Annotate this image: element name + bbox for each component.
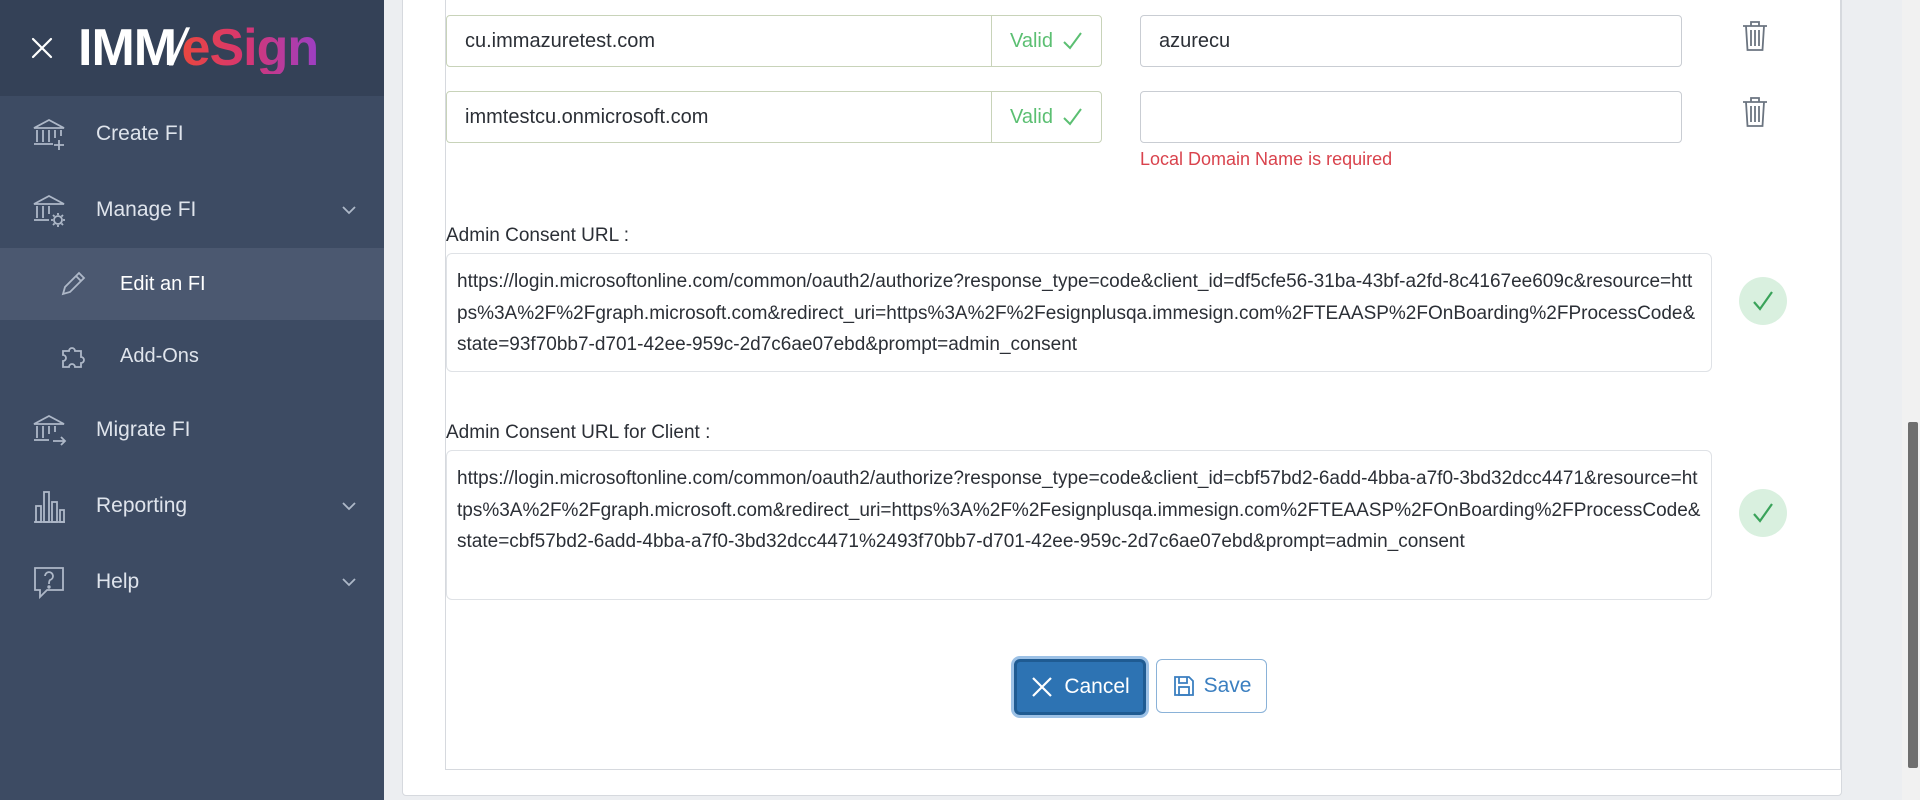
valid-label: Valid	[1010, 105, 1053, 128]
valid-badge: Valid	[991, 16, 1101, 66]
sidebar-item-label: Edit an FI	[120, 272, 206, 295]
sidebar-item-help[interactable]: Help	[0, 544, 384, 620]
pencil-icon	[58, 269, 88, 299]
logo-esign-text: eSign	[181, 19, 320, 77]
sidebar-item-label: Add-Ons	[120, 344, 199, 367]
domain-value[interactable]: immtestcu.onmicrosoft.com	[447, 106, 991, 129]
admin-consent-status	[1739, 277, 1787, 325]
chevron-down-icon[interactable]	[340, 497, 358, 515]
sidebar-item-create-fi[interactable]: Create FI	[0, 96, 384, 172]
local-domain-error: Local Domain Name is required	[1140, 149, 1393, 169]
valid-badge: Valid	[991, 92, 1101, 142]
sidebar-item-label: Help	[96, 570, 140, 593]
valid-label: Valid	[1010, 29, 1053, 52]
admin-consent-label: Admin Consent URL :	[446, 225, 630, 246]
question-bubble-icon	[30, 563, 68, 601]
checkmark-icon	[1063, 108, 1082, 126]
trash-icon[interactable]	[1740, 19, 1770, 53]
form-section: cu.immazuretest.com Valid azurecu immtes…	[445, 0, 1841, 770]
bank-gear-icon	[30, 191, 68, 229]
sidebar-item-label: Manage FI	[96, 198, 197, 221]
cancel-button[interactable]: Cancel	[1014, 659, 1146, 715]
bar-chart-icon	[30, 487, 68, 525]
puzzle-icon	[58, 341, 88, 371]
sidebar-header: IMM / eSign	[0, 0, 384, 96]
local-domain-value[interactable]: azurecu	[1159, 30, 1230, 53]
sidebar: IMM / eSign Create FI Manage FI Edit an FI…	[0, 0, 384, 800]
save-label: Save	[1203, 674, 1252, 697]
admin-consent-client-label: Admin Consent URL for Client :	[446, 422, 711, 443]
domain-input[interactable]: cu.immazuretest.com Valid	[446, 15, 1102, 67]
app-logo: IMM / eSign	[78, 19, 320, 77]
scrollbar-thumb[interactable]	[1908, 422, 1918, 768]
scrollbar[interactable]	[1902, 0, 1920, 800]
bank-plus-icon	[30, 115, 68, 153]
bank-arrow-icon	[30, 411, 68, 449]
close-icon[interactable]	[28, 34, 56, 62]
logo-imm-text: IMM	[78, 19, 177, 77]
close-icon	[1032, 677, 1053, 697]
domain-input[interactable]: immtestcu.onmicrosoft.com Valid	[446, 91, 1102, 143]
sidebar-item-migrate-fi[interactable]: Migrate FI	[0, 392, 384, 468]
admin-consent-client-url[interactable]: https://login.microsoftonline.com/common…	[446, 450, 1712, 600]
cancel-label: Cancel	[1064, 675, 1130, 698]
sidebar-item-manage-fi[interactable]: Manage FI	[0, 172, 384, 248]
chevron-down-icon[interactable]	[340, 201, 358, 219]
checkmark-icon	[1753, 291, 1773, 311]
local-domain-input[interactable]: azurecu	[1140, 15, 1682, 67]
sidebar-item-reporting[interactable]: Reporting	[0, 468, 384, 544]
checkmark-icon	[1063, 32, 1082, 50]
admin-consent-url[interactable]: https://login.microsoftonline.com/common…	[446, 253, 1712, 372]
sidebar-item-label: Create FI	[96, 122, 184, 145]
form-card: cu.immazuretest.com Valid azurecu immtes…	[402, 0, 1842, 796]
admin-consent-client-status	[1739, 489, 1787, 537]
sidebar-item-label: Reporting	[96, 494, 188, 517]
local-domain-input[interactable]	[1140, 91, 1682, 143]
main-content: cu.immazuretest.com Valid azurecu immtes…	[384, 0, 1902, 800]
sidebar-item-edit-fi[interactable]: Edit an FI	[0, 248, 384, 320]
save-button[interactable]: Save	[1156, 659, 1267, 713]
trash-icon[interactable]	[1740, 95, 1770, 129]
checkmark-icon	[1753, 503, 1773, 523]
chevron-down-icon[interactable]	[340, 573, 358, 591]
domain-value[interactable]: cu.immazuretest.com	[447, 30, 991, 53]
floppy-disk-icon	[1173, 676, 1194, 696]
sidebar-item-add-ons[interactable]: Add-Ons	[0, 320, 384, 392]
sidebar-item-label: Migrate FI	[96, 418, 191, 441]
